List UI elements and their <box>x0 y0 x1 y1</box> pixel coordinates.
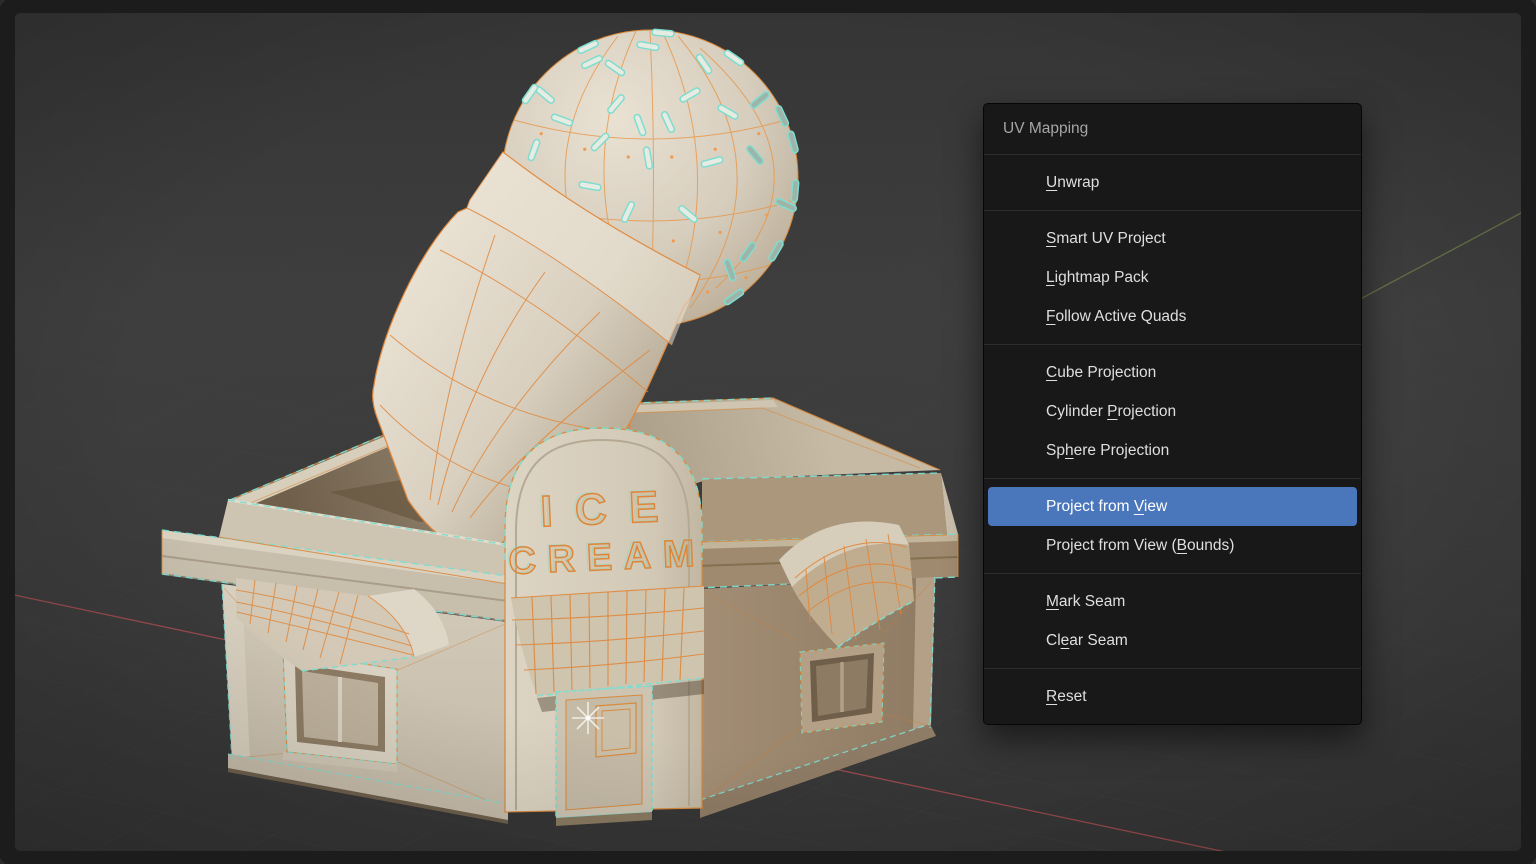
left-window <box>283 652 397 772</box>
menu-section-projections: Cube Projection Cylinder Projection Sphe… <box>984 344 1361 478</box>
menu-section-view: Project from View Project from View (Bou… <box>984 478 1361 573</box>
menu-item-reset[interactable]: Reset <box>984 677 1361 716</box>
uv-mapping-context-menu: UV Mapping Unwrap Smart UV Project Light… <box>983 103 1362 725</box>
menu-item-unwrap[interactable]: Unwrap <box>984 163 1361 202</box>
menu-item-cylinder-projection[interactable]: Cylinder Projection <box>984 392 1361 431</box>
menu-section-reset: Reset <box>984 668 1361 724</box>
menu-item-sphere-projection[interactable]: Sphere Projection <box>984 431 1361 470</box>
menu-item-smart-uv-project[interactable]: Smart UV Project <box>984 219 1361 258</box>
menu-item-clear-seam[interactable]: Clear Seam <box>984 621 1361 660</box>
menu-item-lightmap-pack[interactable]: Lightmap Pack <box>984 258 1361 297</box>
menu-section-seams: Mark Seam Clear Seam <box>984 573 1361 668</box>
blender-window: { "viewport": { "background": "#3b3b3b",… <box>0 0 1536 864</box>
menu-item-follow-active-quads[interactable]: Follow Active Quads <box>984 297 1361 336</box>
menu-section-smart: Smart UV Project Lightmap Pack Follow Ac… <box>984 210 1361 344</box>
menu-title: UV Mapping <box>984 104 1361 154</box>
menu-item-project-from-view[interactable]: Project from View <box>988 487 1357 526</box>
right-window <box>800 643 884 733</box>
menu-item-cube-projection[interactable]: Cube Projection <box>984 353 1361 392</box>
menu-item-mark-seam[interactable]: Mark Seam <box>984 582 1361 621</box>
entrance-door <box>556 686 652 826</box>
menu-item-project-from-view-bounds[interactable]: Project from View (Bounds) <box>984 526 1361 565</box>
menu-section-unwrap: Unwrap <box>984 154 1361 210</box>
